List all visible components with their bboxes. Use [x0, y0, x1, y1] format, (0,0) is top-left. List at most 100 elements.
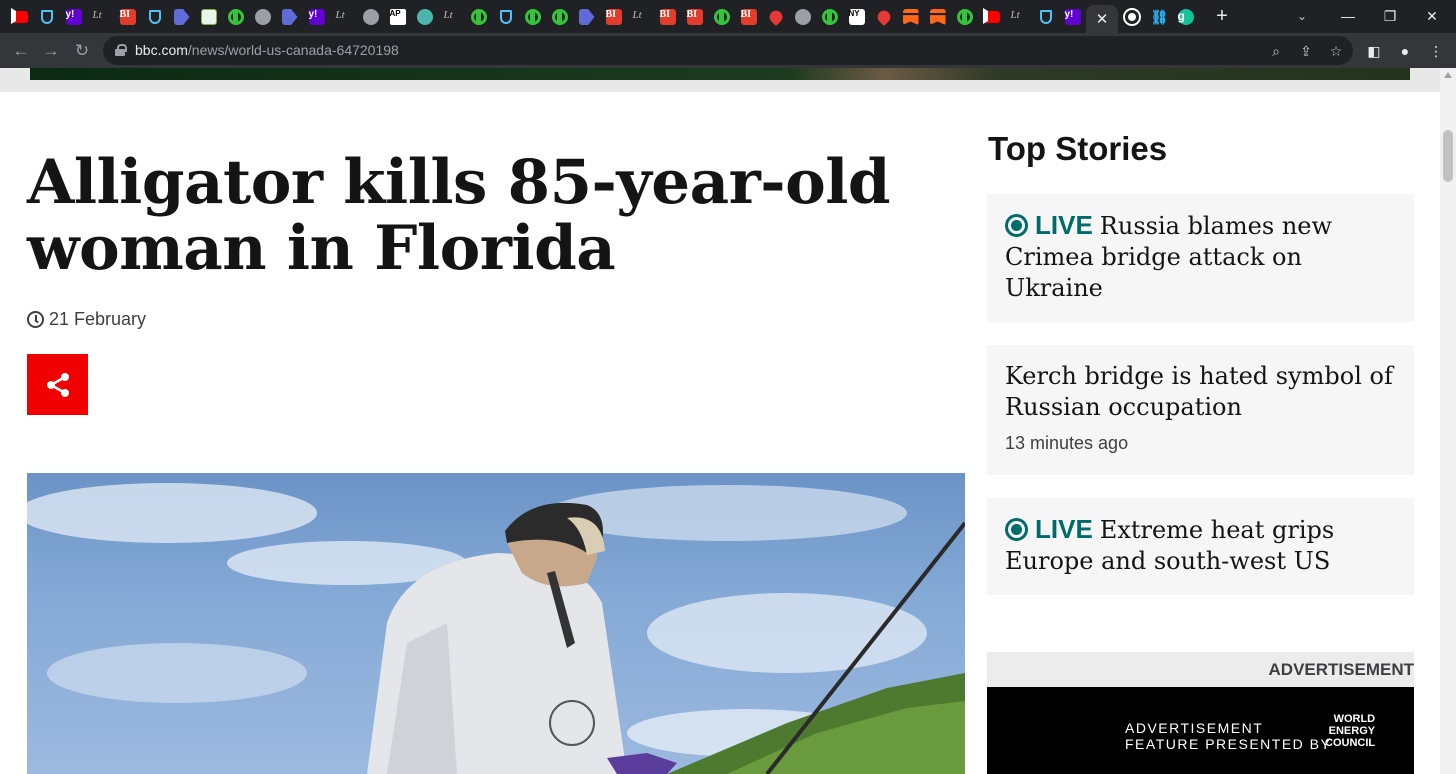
- bookmark-star-icon[interactable]: ☆: [1325, 40, 1347, 62]
- active-tab-close-icon[interactable]: ✕: [1086, 4, 1118, 34]
- menu-kebab-icon[interactable]: ⋮: [1424, 39, 1448, 63]
- scroll-thumb[interactable]: [1443, 130, 1453, 182]
- share-page-icon[interactable]: ⇪: [1295, 40, 1317, 62]
- advertisement-creative[interactable]: ADVERTISEMENT FEATURE PRESENTED BY WORLD…: [987, 687, 1414, 774]
- browser-tab[interactable]: [357, 6, 384, 28]
- tab-strip: y! Lt BI y! Lt AP Lt BI Lt BI BI BI NY Lt y! ✕ ⛓ g + ⌄ — …: [0, 0, 1456, 34]
- browser-tab[interactable]: [168, 6, 195, 28]
- top-banner: [0, 68, 1440, 92]
- story-card-crimea-bridge[interactable]: LIVE Russia blames new Crimea bridge atta…: [987, 194, 1414, 322]
- browser-tab[interactable]: Lt: [87, 6, 114, 28]
- reload-icon[interactable]: ↻: [69, 38, 95, 64]
- advertisement-container: ADVERTISEMENT ADVERTISEMENT FEATURE PRES…: [987, 652, 1414, 774]
- shield-icon: [1039, 10, 1052, 24]
- browser-tab[interactable]: [33, 6, 60, 28]
- ad-text-line: ADVERTISEMENT: [1125, 720, 1264, 736]
- yahoo-icon: y!: [1064, 9, 1081, 25]
- browser-tab[interactable]: [816, 6, 843, 28]
- ad-text-line: FEATURE PRESENTED BY: [1125, 736, 1332, 752]
- browser-tab[interactable]: BI: [114, 6, 141, 28]
- browser-tab[interactable]: Lt: [1005, 6, 1032, 28]
- url-text[interactable]: bbc.com/news/world-us-canada-64720198: [135, 36, 399, 65]
- browser-tab[interactable]: [519, 6, 546, 28]
- browser-tab[interactable]: NY: [843, 6, 870, 28]
- browser-tab[interactable]: [141, 6, 168, 28]
- shield-icon: [499, 10, 512, 24]
- browser-tab[interactable]: y!: [1059, 6, 1086, 28]
- browser-tab[interactable]: g: [1172, 6, 1199, 28]
- browser-tab[interactable]: AP: [384, 6, 411, 28]
- lock-icon[interactable]: [115, 44, 127, 56]
- browser-tab[interactable]: [411, 6, 438, 28]
- browser-tab[interactable]: [195, 6, 222, 28]
- rumble-icon: [956, 9, 973, 25]
- browser-tab[interactable]: [6, 6, 33, 28]
- business-insider-icon: BI: [605, 9, 622, 25]
- browser-tab[interactable]: y!: [303, 6, 330, 28]
- side-panel-icon[interactable]: ◧: [1362, 39, 1386, 63]
- browser-tab[interactable]: BI: [735, 6, 762, 28]
- rumble-icon: [227, 9, 244, 25]
- browser-tab[interactable]: [951, 6, 978, 28]
- address-bar[interactable]: bbc.com/news/world-us-canada-64720198 ⌕ …: [103, 36, 1353, 65]
- business-insider-icon: BI: [119, 9, 136, 25]
- maximize-icon[interactable]: ❐: [1367, 0, 1413, 32]
- scroll-up-icon[interactable]: [1444, 72, 1452, 78]
- story-card-extreme-heat[interactable]: LIVE Extreme heat grips Europe and south-…: [987, 498, 1414, 595]
- tab-search-icon[interactable]: ⌄: [1292, 6, 1312, 26]
- live-icon: [1005, 518, 1028, 541]
- live-label: LIVE: [1035, 210, 1093, 240]
- browser-tab[interactable]: Lt: [438, 6, 465, 28]
- story-title: LIVE Russia blames new Crimea bridge atta…: [1005, 210, 1396, 304]
- browser-tab[interactable]: [465, 6, 492, 28]
- browser-tab[interactable]: [897, 6, 924, 28]
- browser-tab[interactable]: [789, 6, 816, 28]
- article-hero-image[interactable]: [27, 473, 965, 774]
- globe-icon: [362, 9, 379, 25]
- story-card-kerch-bridge[interactable]: Kerch bridge is hated symbol of Russian …: [987, 345, 1414, 475]
- browser-tab[interactable]: BI: [681, 6, 708, 28]
- story-headline[interactable]: Kerch bridge is hated symbol of Russian …: [1005, 361, 1396, 423]
- share-button[interactable]: [27, 354, 88, 415]
- browser-tab[interactable]: Lt: [330, 6, 357, 28]
- browser-tab[interactable]: [1118, 6, 1145, 28]
- browser-tab[interactable]: [870, 6, 897, 28]
- nyt-icon: NY: [848, 9, 865, 25]
- browser-tab[interactable]: [573, 6, 600, 28]
- drop-icon: [766, 7, 785, 27]
- business-insider-icon: BI: [686, 9, 703, 25]
- page-scrollbar[interactable]: [1440, 68, 1456, 774]
- browser-tab[interactable]: [276, 6, 303, 28]
- minimize-icon[interactable]: —: [1325, 0, 1371, 32]
- business-insider-icon: BI: [659, 9, 676, 25]
- globe-icon: [794, 9, 811, 25]
- back-icon[interactable]: ←: [8, 38, 34, 64]
- arrow-icon: [281, 9, 298, 25]
- browser-tab[interactable]: [924, 6, 951, 28]
- profile-avatar-icon[interactable]: ●: [1393, 39, 1417, 63]
- new-tab-button[interactable]: +: [1210, 4, 1234, 28]
- close-window-icon[interactable]: ✕: [1409, 0, 1455, 32]
- browser-tab[interactable]: [492, 6, 519, 28]
- forward-icon[interactable]: →: [38, 38, 64, 64]
- browser-tab[interactable]: BI: [654, 6, 681, 28]
- lt-icon: Lt: [443, 9, 453, 21]
- browser-tab[interactable]: [978, 6, 1005, 28]
- zoom-icon[interactable]: ⌕: [1265, 40, 1287, 62]
- browser-tab[interactable]: [222, 6, 249, 28]
- rumble-icon: [524, 9, 541, 25]
- man-with-fishing-pole-photo: [27, 483, 965, 774]
- browser-tab[interactable]: [1032, 6, 1059, 28]
- browser-tab[interactable]: [708, 6, 735, 28]
- browser-tab[interactable]: y!: [60, 6, 87, 28]
- browser-tab[interactable]: [249, 6, 276, 28]
- browser-tab[interactable]: [546, 6, 573, 28]
- browser-tab[interactable]: [762, 6, 789, 28]
- browser-tab[interactable]: BI: [600, 6, 627, 28]
- browser-tab[interactable]: Lt: [627, 6, 654, 28]
- grammarly-icon: g: [1177, 9, 1194, 25]
- browser-tab[interactable]: ⛓: [1145, 6, 1172, 28]
- arrow-icon: [173, 9, 190, 25]
- business-insider-icon: BI: [740, 9, 757, 25]
- shield-icon: [148, 10, 161, 24]
